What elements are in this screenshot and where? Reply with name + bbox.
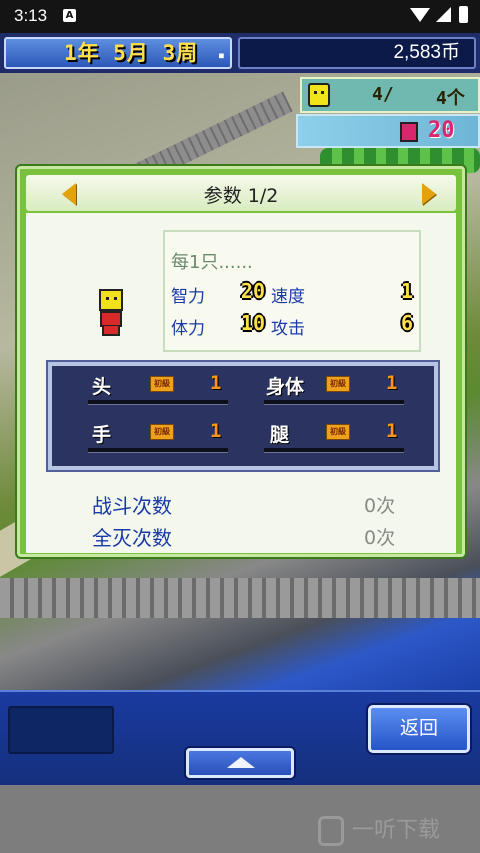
dialog-title: 参数 1/2 xyxy=(203,185,279,207)
watermark-logo-icon xyxy=(318,816,344,846)
part-label-body: 身体 xyxy=(266,376,305,398)
part-bar-leg xyxy=(264,448,404,453)
stats-box: 每1只...... 智力 20 速度 1 体力 10 攻击 6 xyxy=(163,230,421,352)
staff-face-icon xyxy=(308,83,330,107)
staff-count: 4/ xyxy=(372,84,394,105)
part-value-body: 1 xyxy=(386,372,398,394)
date-indicator-icon: ▪ xyxy=(217,48,226,62)
battery-icon xyxy=(459,6,468,23)
book-icon xyxy=(400,122,418,142)
staff-counter[interactable]: 4/ 4个 xyxy=(300,77,480,113)
stat-value-intelligence: 20 xyxy=(240,279,265,303)
book-count: 20 xyxy=(428,118,455,143)
date-display: 1年 5月 3周 ▪ xyxy=(4,37,232,69)
battle-count-label: 战斗次数 xyxy=(92,494,172,518)
stat-label-speed: 速度 xyxy=(271,287,305,307)
next-page-arrow-icon[interactable] xyxy=(422,183,436,205)
part-rank-leg: 初級 xyxy=(326,424,350,440)
part-label-head: 头 xyxy=(92,376,112,398)
up-arrow-icon xyxy=(227,757,255,768)
expand-up-button[interactable] xyxy=(186,748,294,778)
stat-value-attack: 6 xyxy=(400,311,413,335)
part-label-leg: 腿 xyxy=(270,424,290,446)
wipeout-count-value: 0次 xyxy=(364,527,396,549)
stat-label-stamina: 体力 xyxy=(171,319,205,339)
part-label-hand: 手 xyxy=(92,424,112,446)
status-bar: 3:13 A xyxy=(0,0,480,33)
wifi-icon xyxy=(410,8,430,22)
notification-icon: A xyxy=(63,9,76,22)
left-slot xyxy=(8,706,114,754)
parameters-dialog: 参数 1/2 每1只...... 智力 20 速度 1 体力 10 攻击 6 头… xyxy=(17,166,465,557)
part-value-head: 1 xyxy=(210,372,222,394)
date-text: 1年 5月 3周 xyxy=(64,41,199,65)
monster-portrait-icon xyxy=(96,289,126,337)
city-wall-lower xyxy=(0,578,480,618)
stat-label-attack: 攻击 xyxy=(271,319,305,339)
part-value-hand: 1 xyxy=(210,420,222,442)
dialog-body: 每1只...... 智力 20 速度 1 体力 10 攻击 6 头 初級 1 身… xyxy=(26,213,456,553)
dialog-header: 参数 1/2 xyxy=(26,175,456,211)
money-display: 2,583币 xyxy=(238,37,476,69)
part-rank-head: 初級 xyxy=(150,376,174,392)
battle-count-value: 0次 xyxy=(364,495,396,517)
body-parts-panel: 头 初級 1 身体 初級 1 手 初級 1 腿 初級 1 xyxy=(48,362,438,470)
status-time: 3:13 xyxy=(14,6,48,25)
bottom-bar: 返回 xyxy=(0,690,480,785)
part-rank-body: 初級 xyxy=(326,376,350,392)
per-one-label: 每1只...... xyxy=(171,252,253,273)
watermark-text: 一听下载 xyxy=(352,818,441,843)
staff-capacity: 4个 xyxy=(436,88,465,109)
signal-icon xyxy=(436,7,451,22)
part-rank-hand: 初級 xyxy=(150,424,174,440)
wipeout-count-label: 全灭次数 xyxy=(92,526,172,550)
part-bar-head xyxy=(88,400,228,405)
watermark: 一听下载 xyxy=(318,812,440,846)
game-top-bar: 1年 5月 3周 ▪ 2,583币 xyxy=(0,33,480,73)
stat-label-intelligence: 智力 xyxy=(171,287,205,307)
back-button[interactable]: 返回 xyxy=(368,705,470,753)
stat-value-stamina: 10 xyxy=(240,311,265,335)
book-counter[interactable]: 20 xyxy=(296,114,480,148)
stat-value-speed: 1 xyxy=(400,279,413,303)
part-bar-body xyxy=(264,400,404,405)
part-value-leg: 1 xyxy=(386,420,398,442)
part-bar-hand xyxy=(88,448,228,453)
